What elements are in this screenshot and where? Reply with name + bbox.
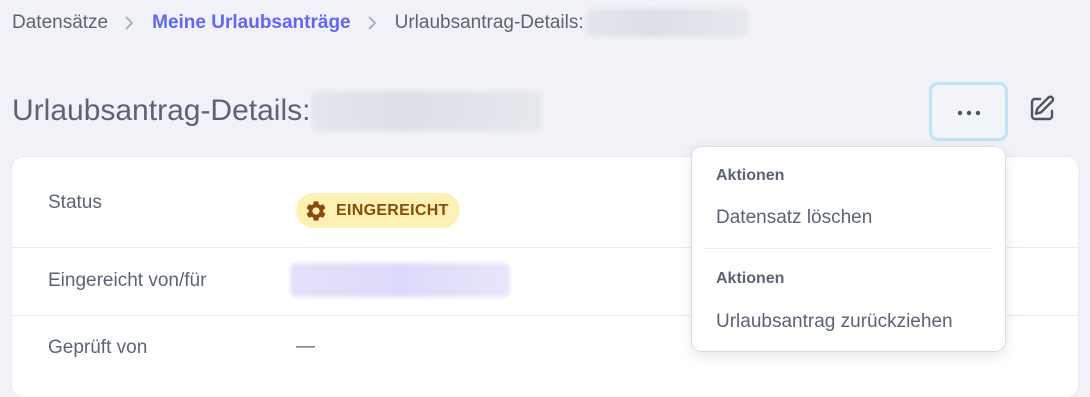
gear-icon xyxy=(304,199,328,223)
actions-dropdown-menu: Aktionen Datensatz löschen Aktionen Urla… xyxy=(692,147,1005,351)
more-horizontal-icon xyxy=(957,103,981,121)
edit-button[interactable] xyxy=(1020,89,1064,133)
page-title: Urlaubsantrag-Details: xyxy=(12,88,543,134)
menu-divider xyxy=(704,248,993,249)
submitted-by-label: Eingereicht von/für xyxy=(48,270,207,291)
more-actions-button[interactable] xyxy=(929,82,1008,141)
menu-section-heading: Aktionen xyxy=(716,270,785,287)
menu-item-delete-record[interactable]: Datensatz löschen xyxy=(716,207,872,229)
menu-section-heading: Aktionen xyxy=(716,167,785,184)
status-label: Status xyxy=(48,192,102,213)
chevron-right-icon xyxy=(368,16,377,30)
breadcrumb: Datensätze Meine Urlaubsanträge Urlaubsa… xyxy=(12,9,748,37)
status-badge-text: EINGEREICHT xyxy=(336,201,449,219)
reviewed-by-label: Geprüft von xyxy=(48,337,148,358)
edit-icon xyxy=(1027,94,1057,129)
menu-item-withdraw-request[interactable]: Urlaubsantrag zurückziehen xyxy=(716,311,953,333)
breadcrumb-current: Urlaubsantrag-Details: xyxy=(394,12,584,33)
page-title-text: Urlaubsantrag-Details: xyxy=(12,94,311,127)
status-badge: EINGEREICHT xyxy=(296,193,460,228)
breadcrumb-datensaetze-link[interactable]: Datensätze xyxy=(12,12,108,34)
breadcrumb-urlaubsantraege-link[interactable]: Meine Urlaubsanträge xyxy=(152,12,351,34)
chevron-right-icon xyxy=(125,16,134,30)
redacted-name xyxy=(585,9,748,37)
submitted-by-value xyxy=(290,263,510,303)
redacted-name xyxy=(312,91,543,131)
reviewed-by-value: — xyxy=(296,336,315,357)
status-value: EINGEREICHT xyxy=(296,193,460,229)
redacted-user-link[interactable] xyxy=(290,263,510,297)
